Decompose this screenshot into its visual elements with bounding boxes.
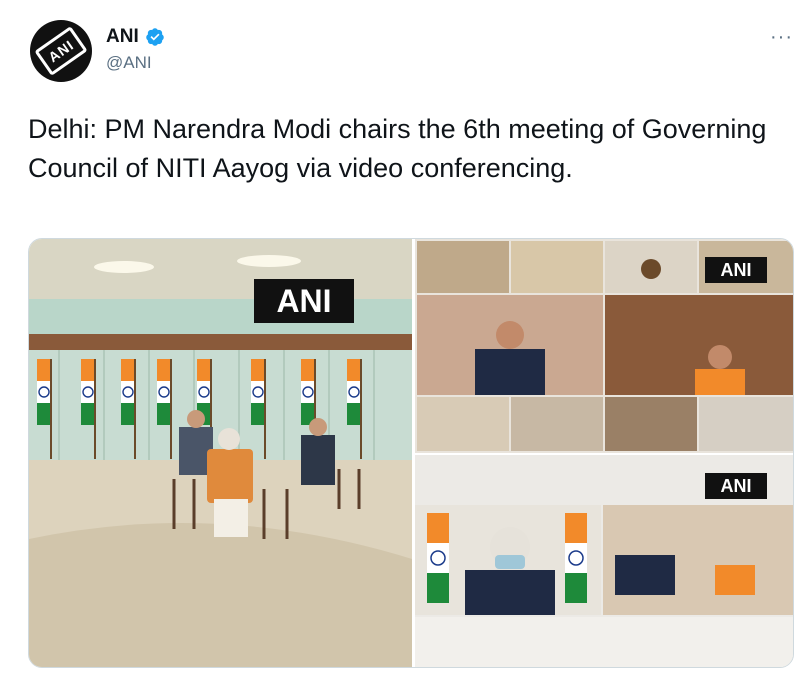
author-name[interactable]: ANI xyxy=(106,26,139,48)
ani-watermark: ANI xyxy=(705,257,767,283)
conference-room-image xyxy=(29,239,412,667)
ani-watermark: ANI xyxy=(705,473,767,499)
verified-badge-icon xyxy=(145,28,164,46)
media-grid[interactable]: ANI ANI ANI xyxy=(28,238,794,668)
photo-left[interactable]: ANI xyxy=(29,239,412,667)
tweet-text: Delhi: PM Narendra Modi chairs the 6th m… xyxy=(28,114,767,183)
avatar[interactable]: ANI xyxy=(30,20,92,82)
photo-top-right[interactable]: ANI xyxy=(415,239,793,453)
tweet-card: ANI ANI @ANI ··· Delhi: PM Narendra Modi… xyxy=(0,0,800,673)
more-options-icon[interactable]: ··· xyxy=(770,26,793,49)
ani-logo-icon: ANI xyxy=(34,26,88,76)
ani-watermark: ANI xyxy=(254,279,354,323)
author-name-row: ANI xyxy=(106,26,165,48)
photo-bottom-right[interactable]: ANI xyxy=(415,455,793,667)
author-handle[interactable]: @ANI xyxy=(106,53,152,73)
